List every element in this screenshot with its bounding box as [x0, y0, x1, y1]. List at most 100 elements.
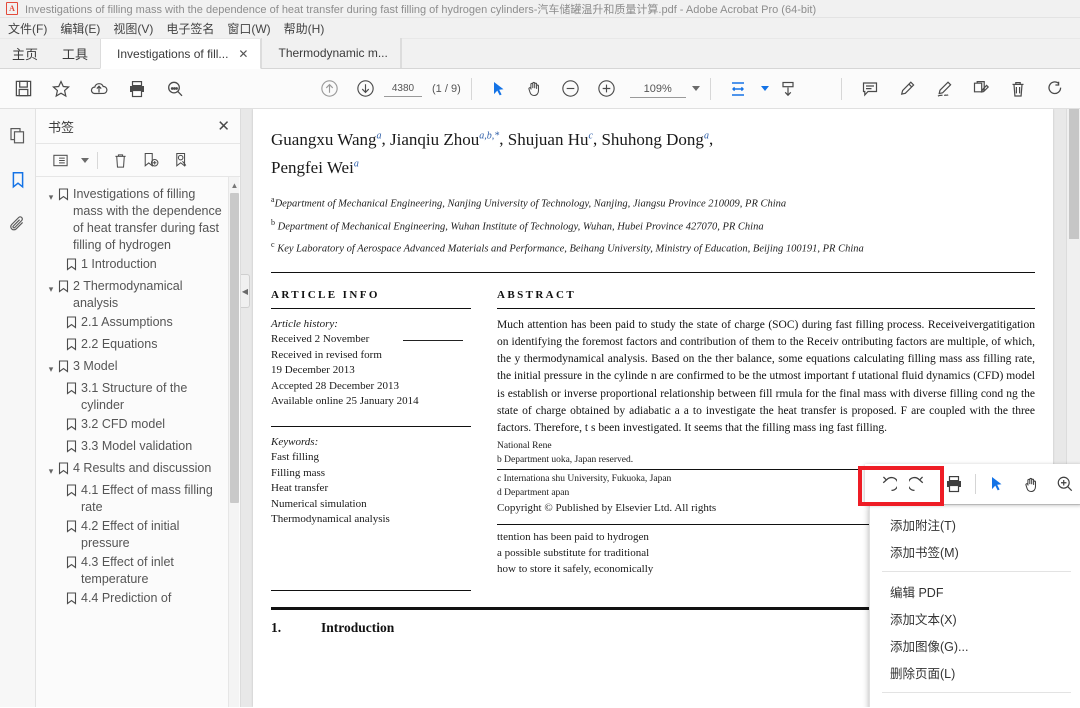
bookmark-item[interactable]: 3.3 Model validation [36, 437, 240, 459]
bookmark-item[interactable]: 4.1 Effect of mass filling rate [36, 481, 240, 517]
bookmarks-icon[interactable] [5, 167, 31, 193]
menu-window[interactable]: 窗口(W) [227, 20, 270, 37]
bookmark-item[interactable]: 4.2 Effect of initial pressure [36, 517, 240, 553]
stamp-icon[interactable] [964, 74, 998, 104]
select-cursor-icon[interactable] [980, 467, 1014, 501]
bookmark-item[interactable]: 4.4 Prediction of [36, 589, 240, 611]
bookmark-item[interactable]: 3.1 Structure of the cylinder [36, 379, 240, 415]
zoom-level-input[interactable]: 109% [630, 80, 686, 98]
menu-item-edit-pdf[interactable]: 编辑 PDF [870, 578, 1080, 605]
bookmarks-list[interactable]: ▾ Investigations of filling mass with th… [36, 177, 240, 707]
bookmark-icon [66, 256, 81, 276]
acrobat-logo-icon: A [6, 2, 18, 15]
fit-width-chevron-icon[interactable] [761, 86, 769, 91]
tag-bookmark-icon[interactable] [168, 148, 196, 172]
page-count-label: (1 / 9) [432, 83, 461, 95]
chevron-down-icon[interactable]: ▾ [44, 278, 58, 298]
attachments-icon[interactable] [5, 211, 31, 237]
scroll-mode-icon[interactable] [771, 74, 805, 104]
page-down-icon[interactable] [348, 74, 382, 104]
document-tab-1[interactable]: Investigations of fill... ✕ [100, 39, 261, 69]
zoom-out-icon[interactable] [554, 74, 588, 104]
document-tab-2[interactable]: Thermodynamic m... [261, 38, 400, 68]
menu-item-add-text[interactable]: 添加文本(X) [870, 605, 1080, 632]
article-history-line: 19 December 2013 [271, 363, 471, 379]
menu-item-delete-page[interactable]: 删除页面(L) [870, 659, 1080, 686]
delete-icon[interactable] [1001, 74, 1035, 104]
bookmark-label: 3.3 Model validation [81, 438, 226, 455]
bookmark-item[interactable]: ▾ 3 Model [36, 357, 240, 379]
menu-item-export[interactable]: 导出(O) [870, 699, 1080, 707]
author-5: Pengfei Weia [271, 158, 359, 177]
page-scrollbar-thumb[interactable] [1069, 109, 1079, 239]
article-info-column: ARTICLE INFO Article history: Received 2… [271, 289, 471, 599]
print-icon[interactable] [937, 467, 971, 501]
select-cursor-icon[interactable] [482, 74, 516, 104]
hand-icon[interactable] [518, 74, 552, 104]
save-icon[interactable] [6, 74, 40, 104]
menu-esign[interactable]: 电子签名 [166, 20, 214, 37]
scroll-up-icon[interactable]: ▲ [229, 179, 240, 193]
zoom-in-icon[interactable] [1048, 467, 1080, 501]
bookmark-label: Investigations of filling mass with the … [73, 186, 226, 254]
sign-icon[interactable] [927, 74, 961, 104]
print-icon[interactable] [120, 74, 154, 104]
chevron-down-icon[interactable] [81, 158, 89, 163]
menu-item-add-image[interactable]: 添加图像(G)... [870, 632, 1080, 659]
menu-file[interactable]: 文件(F) [8, 20, 47, 37]
strike-mark [403, 340, 463, 341]
article-history-label: Article history: [271, 317, 471, 333]
menu-edit[interactable]: 编辑(E) [60, 20, 100, 37]
bookmark-item[interactable]: 3.2 CFD model [36, 415, 240, 437]
star-icon[interactable] [44, 74, 78, 104]
main-area: 书签 ✕ [0, 109, 1080, 707]
bookmark-icon [58, 358, 73, 378]
bookmark-item[interactable]: ▾ 2 Thermodynamical analysis [36, 277, 240, 313]
bookmark-item[interactable]: 1 Introduction [36, 255, 240, 277]
cloud-upload-icon[interactable] [82, 74, 116, 104]
tab-home[interactable]: 主页 [0, 38, 50, 68]
redo-icon[interactable] [903, 467, 937, 501]
delete-bookmark-icon[interactable] [106, 148, 134, 172]
document-viewer[interactable]: ◀ Guangxu Wanga, Jianqiu Zhoua,b,*, Shuj… [241, 109, 1080, 707]
toolbar-divider-2 [710, 78, 711, 100]
chevron-down-icon[interactable] [692, 86, 700, 91]
tab-tools[interactable]: 工具 [50, 38, 100, 68]
zoom-in-icon[interactable] [590, 74, 624, 104]
close-icon[interactable]: ✕ [238, 48, 248, 60]
chevron-down-icon[interactable]: ▾ [44, 358, 58, 378]
bookmark-item[interactable]: 2.1 Assumptions [36, 313, 240, 335]
rotate-icon[interactable] [1038, 74, 1072, 104]
menu-item-add-note[interactable]: 添加附注(T) [870, 511, 1080, 538]
close-icon[interactable]: ✕ [217, 119, 230, 134]
floating-mini-toolbar [865, 464, 1080, 504]
tab-strip: 主页 工具 Investigations of fill... ✕ Thermo… [0, 39, 1080, 69]
fit-width-icon[interactable] [721, 74, 755, 104]
bookmark-item[interactable]: ▾ Investigations of filling mass with th… [36, 185, 240, 255]
bookmark-item[interactable]: ▾ 4 Results and discussion [36, 459, 240, 481]
context-menu[interactable]: 添加附注(T) 添加书签(M) 编辑 PDF 添加文本(X) 添加图像(G)..… [869, 504, 1080, 707]
menu-item-add-bookmark[interactable]: 添加书签(M) [870, 538, 1080, 565]
comment-icon[interactable] [853, 74, 887, 104]
hand-icon[interactable] [1014, 467, 1048, 501]
new-bookmark-icon[interactable] [137, 148, 165, 172]
page-up-icon[interactable] [312, 74, 346, 104]
options-icon[interactable] [46, 148, 74, 172]
menu-help[interactable]: 帮助(H) [284, 20, 325, 37]
page-number-input[interactable]: 4380 [384, 80, 422, 97]
bookmark-label: 4.3 Effect of inlet temperature [81, 554, 226, 588]
chevron-down-icon[interactable]: ▾ [44, 186, 58, 206]
bookmark-item[interactable]: 4.3 Effect of inlet temperature [36, 553, 240, 589]
panel-resize-handle[interactable]: ◀ [241, 274, 250, 308]
bookmark-item[interactable]: 2.2 Equations [36, 335, 240, 357]
page-thumbnails-icon[interactable] [5, 123, 31, 149]
chevron-down-icon[interactable]: ▾ [44, 460, 58, 480]
zoom-search-icon[interactable] [158, 74, 192, 104]
highlight-icon[interactable] [890, 74, 924, 104]
bookmarks-scrollbar[interactable]: ▲ [228, 177, 239, 707]
bookmarks-scrollbar-thumb[interactable] [230, 193, 239, 503]
abstract-rule [497, 308, 1035, 309]
menu-view[interactable]: 视图(V) [113, 20, 153, 37]
bookmark-label: 3.2 CFD model [81, 416, 226, 433]
undo-icon[interactable] [869, 467, 903, 501]
